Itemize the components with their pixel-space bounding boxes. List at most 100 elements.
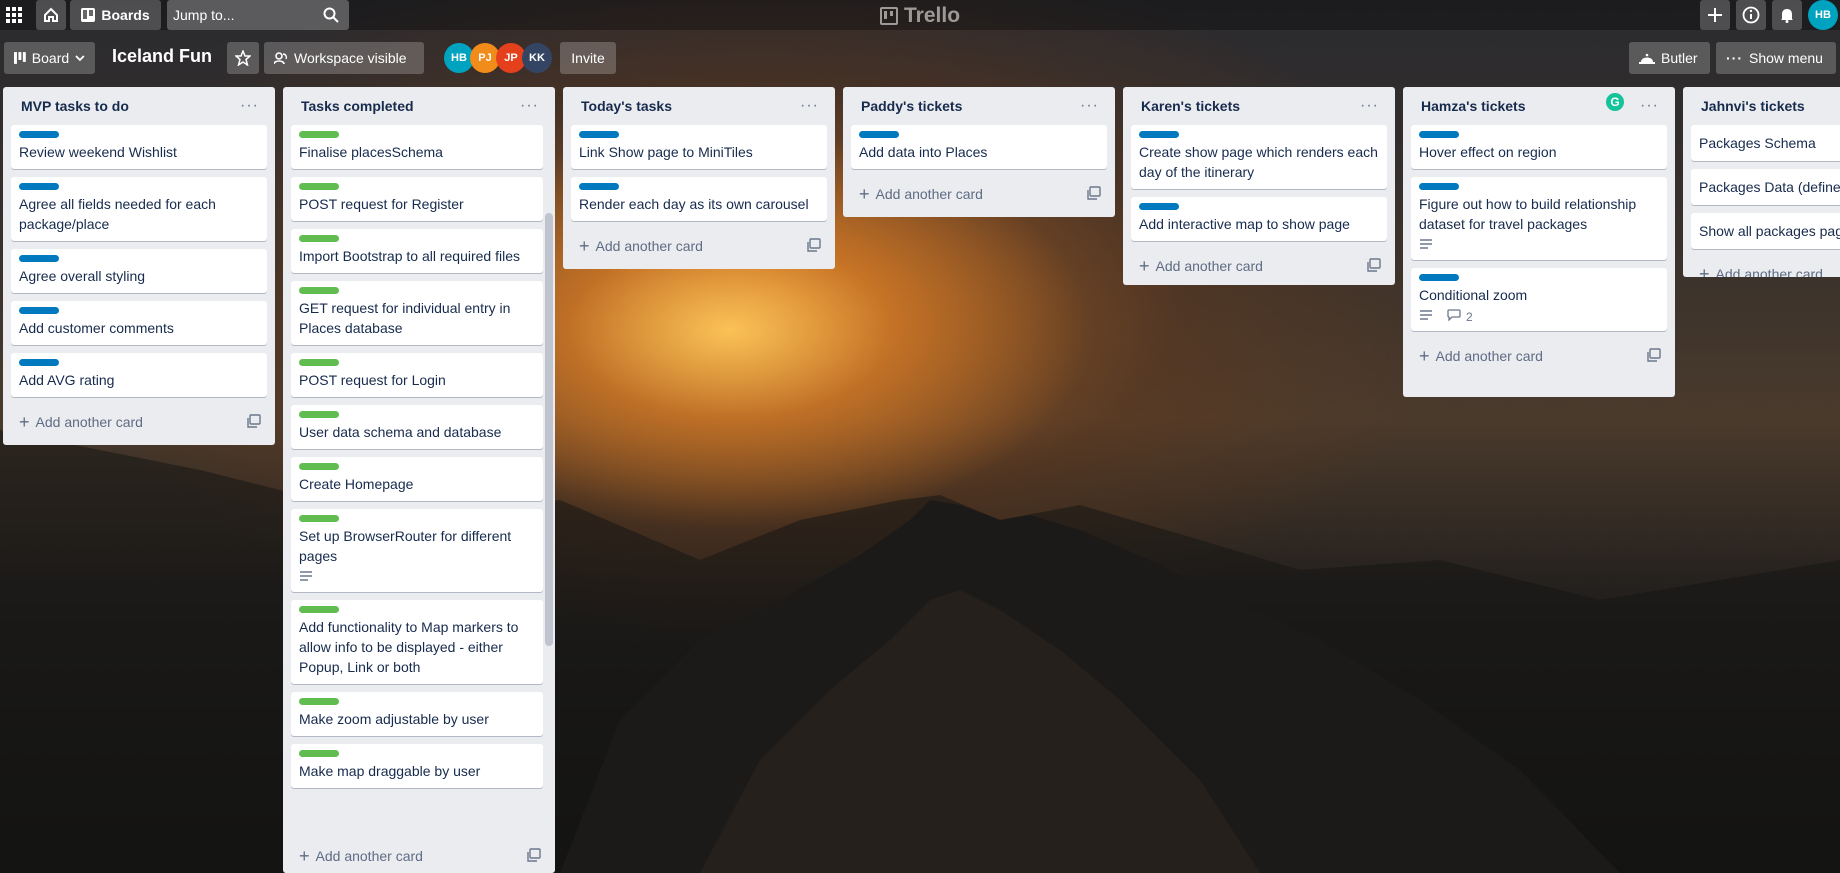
visibility-button[interactable]: Workspace visible bbox=[264, 42, 424, 74]
create-from-template-icon[interactable] bbox=[1647, 347, 1661, 365]
create-from-template-icon[interactable] bbox=[1367, 257, 1381, 275]
green-label[interactable] bbox=[299, 183, 339, 190]
green-label[interactable] bbox=[299, 359, 339, 366]
green-label[interactable] bbox=[299, 411, 339, 418]
list-title[interactable]: Paddy's tickets bbox=[861, 98, 962, 114]
list-title[interactable]: Today's tasks bbox=[581, 98, 672, 114]
blue-label[interactable] bbox=[1139, 203, 1179, 210]
member-avatar[interactable]: KK bbox=[522, 43, 552, 73]
green-label[interactable] bbox=[299, 235, 339, 242]
card[interactable]: POST request for Register bbox=[291, 177, 543, 221]
add-card-button[interactable]: + Add another card bbox=[291, 839, 547, 873]
card[interactable]: Add functionality to Map markers to allo… bbox=[291, 600, 543, 684]
card[interactable]: Make map draggable by user bbox=[291, 744, 543, 788]
card[interactable]: Create Homepage bbox=[291, 457, 543, 501]
card[interactable]: Add data into Places bbox=[851, 125, 1107, 169]
card[interactable]: Render each day as its own carousel bbox=[571, 177, 827, 221]
list-header[interactable]: Karen's tickets ··· bbox=[1131, 87, 1387, 125]
list-header[interactable]: Tasks completed ··· bbox=[291, 87, 547, 125]
green-label[interactable] bbox=[299, 463, 339, 470]
add-card-button[interactable]: + Add another card bbox=[1411, 339, 1667, 373]
green-label[interactable] bbox=[299, 698, 339, 705]
green-label[interactable] bbox=[299, 131, 339, 138]
grammarly-icon[interactable]: G bbox=[1606, 93, 1624, 111]
card[interactable]: Packages Schema bbox=[1691, 125, 1840, 161]
list-title[interactable]: MVP tasks to do bbox=[21, 98, 129, 114]
card[interactable]: Figure out how to build relationship dat… bbox=[1411, 177, 1667, 260]
card[interactable]: Packages Data (define bbox=[1691, 169, 1840, 205]
notifications-button[interactable] bbox=[1772, 0, 1802, 30]
list-menu-icon[interactable]: ··· bbox=[1080, 97, 1099, 115]
list[interactable]: Paddy's tickets ··· Add data into Places + A… bbox=[843, 87, 1115, 217]
board-view-switcher[interactable]: Board bbox=[4, 42, 95, 74]
list-header[interactable]: Paddy's tickets ··· bbox=[851, 87, 1107, 125]
star-button[interactable] bbox=[227, 42, 259, 74]
list-menu-icon[interactable]: ··· bbox=[1640, 97, 1659, 115]
list-menu-icon[interactable]: ··· bbox=[240, 97, 259, 115]
butler-button[interactable]: Butler bbox=[1629, 42, 1710, 74]
green-label[interactable] bbox=[299, 287, 339, 294]
list[interactable]: Hamza's tickets ··· Hover effect on region… bbox=[1403, 87, 1675, 397]
list-header[interactable]: Hamza's tickets ··· bbox=[1411, 87, 1667, 125]
card[interactable]: Finalise placesSchema bbox=[291, 125, 543, 169]
boards-button[interactable]: Boards bbox=[70, 0, 161, 30]
card[interactable]: Link Show page to MiniTiles bbox=[571, 125, 827, 169]
card[interactable]: Create show page which renders each day … bbox=[1131, 125, 1387, 189]
card[interactable]: Agree all fields needed for each package… bbox=[11, 177, 267, 241]
search-icon[interactable] bbox=[323, 7, 339, 23]
card[interactable]: Set up BrowserRouter for different pages bbox=[291, 509, 543, 592]
list-scrollbar[interactable] bbox=[545, 213, 553, 646]
create-from-template-icon[interactable] bbox=[1087, 185, 1101, 203]
info-button[interactable] bbox=[1736, 0, 1766, 30]
list-menu-icon[interactable]: ··· bbox=[1360, 97, 1379, 115]
list-menu-icon[interactable]: ··· bbox=[520, 97, 539, 115]
add-card-button[interactable]: + Add another card bbox=[1691, 257, 1840, 277]
add-card-button[interactable]: + Add another card bbox=[571, 229, 827, 263]
search-input[interactable]: Jump to... bbox=[167, 0, 349, 30]
list-title[interactable]: Karen's tickets bbox=[1141, 98, 1240, 114]
card[interactable]: GET request for individual entry in Plac… bbox=[291, 281, 543, 345]
invite-button[interactable]: Invite bbox=[560, 42, 616, 74]
create-from-template-icon[interactable] bbox=[527, 847, 541, 865]
card[interactable]: POST request for Login bbox=[291, 353, 543, 397]
card[interactable]: User data schema and database bbox=[291, 405, 543, 449]
trello-logo[interactable]: Trello bbox=[880, 4, 960, 28]
list-title[interactable]: Hamza's tickets bbox=[1421, 98, 1526, 114]
green-label[interactable] bbox=[299, 606, 339, 613]
blue-label[interactable] bbox=[1419, 274, 1459, 281]
list[interactable]: Karen's tickets ··· Create show page which… bbox=[1123, 87, 1395, 285]
list-header[interactable]: Today's tasks ··· bbox=[571, 87, 827, 125]
blue-label[interactable] bbox=[579, 183, 619, 190]
card[interactable]: Add customer comments bbox=[11, 301, 267, 345]
add-card-button[interactable]: + Add another card bbox=[1131, 249, 1387, 283]
list[interactable]: Jahnvi's tickets Packages Schema Packages … bbox=[1683, 87, 1840, 277]
list[interactable]: Today's tasks ··· Link Show page to MiniTi… bbox=[563, 87, 835, 269]
blue-label[interactable] bbox=[1419, 183, 1459, 190]
board-title[interactable]: Iceland Fun bbox=[112, 46, 212, 67]
green-label[interactable] bbox=[299, 515, 339, 522]
card[interactable]: Add AVG rating bbox=[11, 353, 267, 397]
list-header[interactable]: MVP tasks to do ··· bbox=[11, 87, 267, 125]
blue-label[interactable] bbox=[19, 359, 59, 366]
create-from-template-icon[interactable] bbox=[247, 413, 261, 431]
create-from-template-icon[interactable] bbox=[807, 237, 821, 255]
add-card-button[interactable]: + Add another card bbox=[11, 405, 267, 439]
blue-label[interactable] bbox=[579, 131, 619, 138]
card[interactable]: Review weekend Wishlist bbox=[11, 125, 267, 169]
list[interactable]: Tasks completed ··· Finalise placesSchema P… bbox=[283, 87, 555, 873]
card[interactable]: Show all packages pag bbox=[1691, 213, 1840, 249]
list-header[interactable]: Jahnvi's tickets bbox=[1691, 87, 1840, 125]
card[interactable]: Add interactive map to show page bbox=[1131, 197, 1387, 241]
show-menu-button[interactable]: ··· Show menu bbox=[1716, 42, 1836, 74]
blue-label[interactable] bbox=[19, 255, 59, 262]
home-button[interactable] bbox=[36, 0, 66, 30]
apps-grid-icon[interactable] bbox=[4, 0, 24, 30]
list-title[interactable]: Tasks completed bbox=[301, 98, 414, 114]
user-avatar[interactable]: HB bbox=[1808, 0, 1838, 30]
blue-label[interactable] bbox=[1139, 131, 1179, 138]
blue-label[interactable] bbox=[859, 131, 899, 138]
add-card-button[interactable]: + Add another card bbox=[851, 177, 1107, 211]
card[interactable]: Make zoom adjustable by user bbox=[291, 692, 543, 736]
blue-label[interactable] bbox=[19, 183, 59, 190]
list[interactable]: MVP tasks to do ··· Review weekend Wishlis… bbox=[3, 87, 275, 445]
